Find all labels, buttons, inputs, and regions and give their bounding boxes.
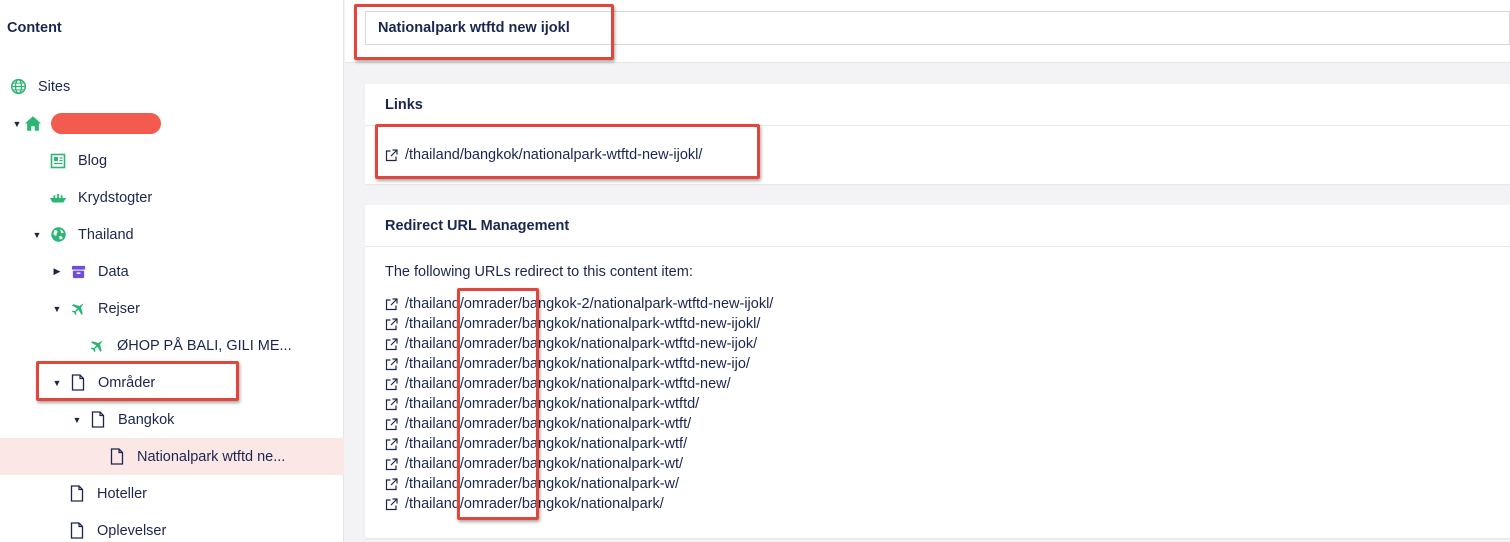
tree-item-sites[interactable]: Sites	[0, 68, 344, 105]
caret-down-icon[interactable]: ▼	[11, 118, 23, 130]
globe-icon	[8, 77, 28, 97]
redirect-url-text: /thailand/omrader/bangkok/nationalpark-w…	[405, 476, 680, 492]
document-icon	[67, 521, 87, 541]
tree-item-label: Krydstogter	[78, 189, 153, 206]
document-icon	[88, 410, 108, 430]
redirect-url-text: /thailand/omrader/bangkok/nationalpark-w…	[405, 416, 692, 432]
earth-icon	[48, 225, 68, 245]
redirect-url-text: /thailand/omrader/bangkok-2/nationalpark…	[405, 296, 774, 312]
tree-item-label: Rejser	[98, 300, 140, 317]
redirect-url-link[interactable]: /thailand/omrader/bangkok/nationalpark-w…	[385, 314, 1490, 334]
tree-item-rejser[interactable]: ▼ Rejser	[0, 290, 344, 327]
tree-item-label: Thailand	[78, 226, 134, 243]
tree-item-hoteller[interactable]: Hoteller	[0, 475, 344, 512]
external-link-icon	[385, 357, 398, 371]
tree-item-omrader[interactable]: ▼ Områder	[0, 364, 344, 401]
tree-item-oplevelser[interactable]: Oplevelser	[0, 512, 344, 542]
tree-item-label: Nationalpark wtftd ne...	[137, 448, 286, 465]
redirect-url-text: /thailand/omrader/bangkok/nationalpark-w…	[405, 376, 731, 392]
content-url-text: /thailand/bangkok/nationalpark-wtftd-new…	[405, 147, 703, 163]
redacted-site-name	[51, 113, 161, 134]
home-icon	[23, 114, 43, 134]
redirect-url-text: /thailand/omrader/bangkok/nationalpark-w…	[405, 356, 750, 372]
redirect-url-link[interactable]: /thailand/omrader/bangkok/nationalpark-w…	[385, 434, 1490, 454]
tree-item-label: Oplevelser	[97, 522, 167, 539]
redirect-url-link[interactable]: /thailand/omrader/bangkok/nationalpark-w…	[385, 354, 1490, 374]
redirect-url-text: /thailand/omrader/bangkok/nationalpark-w…	[405, 436, 688, 452]
redirect-url-text: /thailand/omrader/bangkok/nationalpark/	[405, 496, 664, 512]
tree-item-nationalpark[interactable]: Nationalpark wtftd ne...	[0, 438, 344, 475]
content-url-link[interactable]: /thailand/bangkok/nationalpark-wtftd-new…	[385, 145, 1490, 165]
editor-header	[345, 0, 1510, 63]
external-link-icon	[385, 497, 398, 511]
content-name-input[interactable]	[365, 11, 1510, 45]
redirect-panel-title: Redirect URL Management	[365, 205, 1510, 247]
redirect-intro-text: The following URLs redirect to this cont…	[385, 264, 693, 280]
redirect-url-list: /thailand/omrader/bangkok-2/nationalpark…	[385, 294, 1490, 514]
external-link-icon	[385, 148, 398, 162]
tree-item-ohop-bali[interactable]: ØHOP PÅ BALI, GILI ME...	[0, 327, 344, 364]
document-icon	[68, 373, 88, 393]
content-tree-sidebar: Content Sites ▼ Blog Krydstogter ▼ Thail…	[0, 0, 344, 542]
plane-icon	[87, 336, 107, 356]
redirect-url-text: /thailand/omrader/bangkok/nationalpark-w…	[405, 456, 684, 472]
redirect-url-link[interactable]: /thailand/omrader/bangkok-2/nationalpark…	[385, 294, 1490, 314]
tree-item-label: Hoteller	[97, 485, 147, 502]
redirect-url-text: /thailand/omrader/bangkok/nationalpark-w…	[405, 396, 700, 412]
document-icon	[67, 484, 87, 504]
caret-down-icon[interactable]: ▼	[71, 414, 83, 426]
caret-down-icon[interactable]: ▼	[51, 303, 63, 315]
redirect-url-link[interactable]: /thailand/omrader/bangkok/nationalpark-w…	[385, 474, 1490, 494]
redirect-url-link[interactable]: /thailand/omrader/bangkok/nationalpark/	[385, 494, 1490, 514]
content-editor: Links /thailand/bangkok/nationalpark-wtf…	[345, 0, 1510, 542]
tree-item-label: ØHOP PÅ BALI, GILI ME...	[117, 337, 292, 354]
tree-item-thailand[interactable]: ▼ Thailand	[0, 216, 344, 253]
external-link-icon	[385, 477, 398, 491]
redirect-panel: Redirect URL Management The following UR…	[365, 205, 1510, 538]
external-link-icon	[385, 457, 398, 471]
tree-item-krydstogter[interactable]: Krydstogter	[0, 179, 344, 216]
external-link-icon	[385, 397, 398, 411]
external-link-icon	[385, 317, 398, 331]
redirect-url-link[interactable]: /thailand/omrader/bangkok/nationalpark-w…	[385, 414, 1490, 434]
caret-right-icon[interactable]: ▶	[51, 266, 63, 278]
box-icon	[68, 262, 88, 282]
tree-item-label: Sites	[38, 78, 71, 95]
document-icon	[107, 447, 127, 467]
redirect-url-link[interactable]: /thailand/omrader/bangkok/nationalpark-w…	[385, 454, 1490, 474]
newspaper-icon	[48, 151, 68, 171]
external-link-icon	[385, 337, 398, 351]
redirect-url-text: /thailand/omrader/bangkok/nationalpark-w…	[405, 336, 758, 352]
links-panel-title: Links	[365, 84, 1510, 126]
caret-down-icon[interactable]: ▼	[31, 229, 43, 241]
tree-item-blog[interactable]: Blog	[0, 142, 344, 179]
external-link-icon	[385, 297, 398, 311]
redirect-url-link[interactable]: /thailand/omrader/bangkok/nationalpark-w…	[385, 394, 1490, 414]
tree-item-bangkok[interactable]: ▼ Bangkok	[0, 401, 344, 438]
caret-down-icon[interactable]: ▼	[51, 377, 63, 389]
external-link-icon	[385, 437, 398, 451]
sidebar-title: Content	[7, 20, 62, 36]
tree-item-label: Blog	[78, 152, 108, 169]
plane-icon	[68, 299, 88, 319]
redirect-url-link[interactable]: /thailand/omrader/bangkok/nationalpark-w…	[385, 374, 1490, 394]
external-link-icon	[385, 417, 398, 431]
redirect-url-link[interactable]: /thailand/omrader/bangkok/nationalpark-w…	[385, 334, 1490, 354]
tree-item-site-root[interactable]: ▼	[0, 105, 344, 142]
tree-item-data[interactable]: ▶ Data	[0, 253, 344, 290]
tree-item-label: Data	[98, 263, 129, 280]
ship-icon	[48, 188, 68, 208]
tree-item-label: Bangkok	[118, 411, 175, 428]
external-link-icon	[385, 377, 398, 391]
redirect-url-text: /thailand/omrader/bangkok/nationalpark-w…	[405, 316, 761, 332]
links-panel: Links /thailand/bangkok/nationalpark-wtf…	[365, 84, 1510, 184]
tree-item-label: Områder	[98, 374, 156, 391]
